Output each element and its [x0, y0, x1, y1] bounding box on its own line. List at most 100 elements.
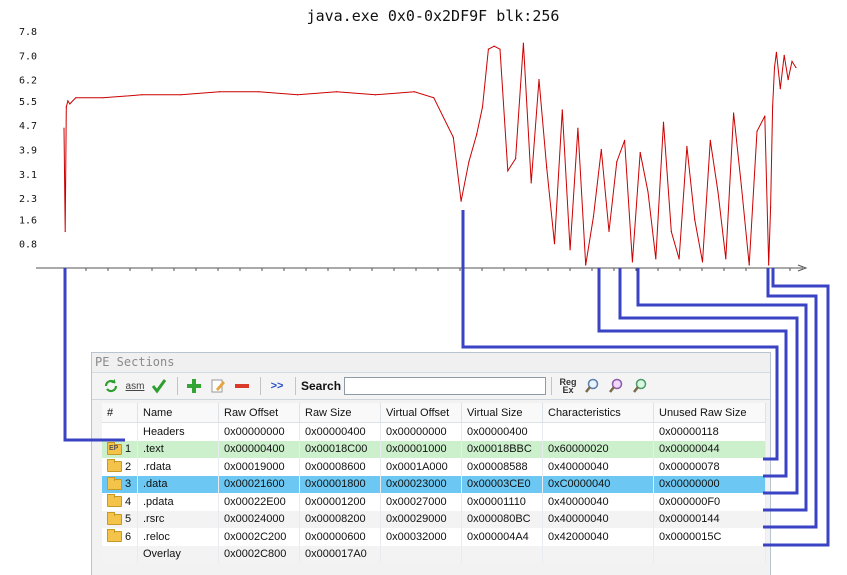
col-index[interactable]: # [102, 403, 138, 423]
cell-raw-offset: 0x00019000 [218, 458, 300, 476]
y-tick-label: 4.7 [19, 121, 37, 132]
table-row[interactable]: EP 1 .text 0x00000400 0x00018C00 0x00001000 0x… [102, 440, 766, 458]
data-point [748, 264, 750, 266]
cell-index [102, 545, 138, 563]
data-point [499, 48, 501, 50]
cell-virtual-offset: 0x00027000 [380, 493, 462, 511]
row-index: 4 [125, 495, 132, 508]
data-point [507, 170, 509, 172]
find-previous-icon[interactable] [605, 375, 627, 397]
remove-icon[interactable] [231, 375, 253, 397]
data-point [709, 139, 711, 141]
cell-raw-size: 0x00018C00 [299, 440, 381, 458]
table-row[interactable]: Headers 0x00000000 0x00000400 0x00000000 0x0… [102, 422, 766, 441]
next-label: >> [270, 380, 284, 392]
cell-name: Overlay [137, 545, 219, 563]
data-point [639, 151, 641, 154]
cell-index: 3 [102, 475, 138, 493]
x-axis [36, 264, 808, 272]
cell-characteristics: 0xC0000040 [542, 475, 654, 493]
cell-raw-size: 0x00008200 [299, 510, 381, 528]
data-point [783, 54, 785, 56]
find-next-icon[interactable] [629, 375, 651, 397]
data-point [733, 112, 735, 114]
toolbar-divider [551, 377, 553, 395]
asm-button[interactable]: asm [124, 375, 146, 397]
cell-characteristics: 0x60000020 [542, 440, 654, 458]
table-row[interactable]: 5 .rsrc 0x00024000 0x00008200 0x00029000 0x00… [102, 510, 766, 528]
cell-virtual-offset: 0x00032000 [380, 528, 462, 546]
data-point [756, 130, 758, 132]
y-tick-label: 5.5 [19, 97, 37, 108]
data-point [69, 103, 71, 105]
cell-virtual-offset: 0x0001A000 [380, 458, 462, 476]
y-tick-label: 3.9 [19, 146, 37, 157]
cell-index [102, 422, 138, 441]
y-tick-label: 3.1 [19, 170, 37, 181]
search-icon[interactable] [581, 375, 603, 397]
col-virtual-size[interactable]: Virtual Size [461, 403, 543, 423]
pe-sections-panel: PE Sections asm >> Search Reg Ex # Name … [91, 352, 771, 575]
cell-name: .pdata [137, 493, 219, 511]
y-tick-label: 2.3 [19, 194, 37, 205]
cell-raw-size: 0x00000400 [299, 422, 381, 441]
checkmark-icon[interactable] [148, 375, 170, 397]
col-unused-raw-size[interactable]: Unused Raw Size [653, 403, 766, 423]
data-point [655, 258, 657, 260]
next-button[interactable]: >> [266, 375, 288, 397]
y-tick-label: 7.8 [19, 27, 37, 38]
cell-name: .rdata [137, 458, 219, 476]
data-point [577, 127, 579, 129]
cell-raw-offset: 0x0002C800 [218, 545, 300, 563]
col-raw-size[interactable]: Raw Size [299, 403, 381, 423]
data-point [569, 249, 571, 251]
col-virtual-offset[interactable]: Virtual Offset [380, 403, 462, 423]
data-point [770, 206, 772, 208]
data-point [64, 230, 66, 233]
folder-ep-icon: EP [107, 441, 122, 455]
table-row[interactable]: 4 .pdata 0x00022E00 0x00001200 0x00027000 0x0… [102, 493, 766, 511]
entropy-chart: java.exe 0x0-0x2DF9F blk:256 0.8 1.6 2.3 3.… [19, 7, 808, 272]
data-point [787, 79, 789, 81]
cell-virtual-size: 0x000004A4 [461, 528, 543, 546]
regex-toggle[interactable]: Reg Ex [557, 375, 579, 397]
table-row[interactable]: 6 .reloc 0x0002C200 0x00000600 0x00032000 0x0… [102, 528, 766, 546]
table-row[interactable]: 2 .rdata 0x00019000 0x00008600 0x0001A000 0x0… [102, 458, 766, 476]
refresh-icon[interactable] [100, 375, 122, 397]
data-point [553, 243, 556, 245]
cell-raw-size: 0x00001800 [299, 475, 381, 493]
data-point [335, 91, 338, 93]
table-row[interactable]: Overlay 0x0002C800 0x000017A0 [102, 545, 766, 563]
col-characteristics[interactable]: Characteristics [542, 403, 654, 423]
cell-unused-raw-size: 0x000000F0 [653, 493, 766, 511]
edit-icon[interactable] [207, 375, 229, 397]
data-point [374, 94, 377, 96]
data-point [631, 261, 634, 263]
data-point [773, 66, 776, 69]
data-point [624, 139, 626, 141]
row-index: 5 [125, 513, 132, 526]
cell-index: 4 [102, 493, 138, 511]
data-point [530, 182, 532, 184]
data-point [764, 115, 766, 117]
cell-index: 6 [102, 528, 138, 546]
data-point [561, 109, 563, 111]
data-point [686, 145, 688, 148]
data-point [592, 215, 595, 217]
data-point [63, 127, 65, 129]
table-row[interactable]: 3 .data 0x00021600 0x00001800 0x00023000 0x00… [102, 475, 766, 493]
cell-unused-raw-size: 0x00000044 [653, 440, 766, 458]
cell-raw-size: 0x000017A0 [299, 545, 381, 563]
col-name[interactable]: Name [137, 403, 219, 423]
data-point [772, 106, 774, 108]
search-input[interactable] [344, 377, 547, 395]
folder-icon [107, 459, 122, 473]
col-raw-offset[interactable]: Raw Offset [218, 403, 300, 423]
connector-reloc [763, 268, 830, 547]
data-point [647, 191, 649, 193]
cell-unused-raw-size: 0x0000015C [653, 528, 766, 546]
cell-virtual-offset: 0x00029000 [380, 510, 462, 528]
cell-index: 5 [102, 510, 138, 528]
regex-label-bottom: Ex [562, 385, 574, 395]
add-icon[interactable] [183, 375, 205, 397]
